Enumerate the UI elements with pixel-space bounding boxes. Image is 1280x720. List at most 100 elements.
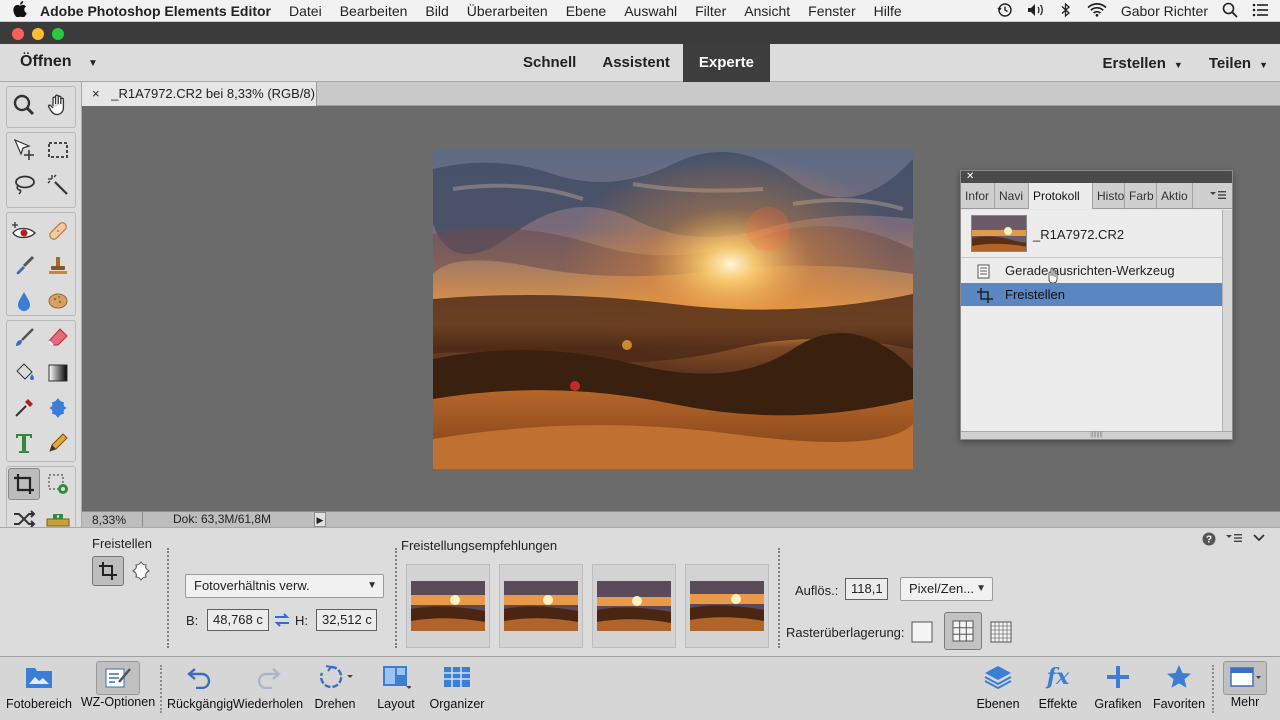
more-button[interactable]: Mehr [1220, 657, 1270, 719]
share-menu[interactable]: Teilen ▼ [1209, 55, 1268, 72]
menu-ueberarbeiten[interactable]: Überarbeiten [467, 3, 548, 19]
menu-bearbeiten[interactable]: Bearbeiten [340, 3, 408, 19]
zoom-tool-icon[interactable] [9, 90, 39, 120]
menu-hilfe[interactable]: Hilfe [874, 3, 902, 19]
options-menu-icon[interactable] [1226, 532, 1242, 549]
status-menu-arrow-icon[interactable]: ▶ [314, 512, 326, 527]
wifi-icon[interactable] [1087, 2, 1107, 20]
magic-wand-tool-icon[interactable] [43, 170, 73, 200]
pencil-tool-icon[interactable] [43, 428, 73, 458]
resolution-unit-select[interactable]: Pixel/Zen... ▼ [900, 577, 993, 601]
volume-icon[interactable] [1027, 3, 1045, 20]
menu-fenster[interactable]: Fenster [808, 3, 855, 19]
smart-brush-icon[interactable] [9, 251, 39, 281]
bluetooth-icon[interactable] [1059, 2, 1073, 21]
menu-datei[interactable]: Datei [289, 3, 322, 19]
eyedropper-tool-icon[interactable] [9, 393, 39, 423]
menu-bild[interactable]: Bild [425, 3, 448, 19]
crop-mode-button[interactable] [92, 556, 124, 586]
zoom-window-button[interactable] [52, 28, 64, 40]
clone-stamp-icon[interactable] [43, 251, 73, 281]
perspective-crop-button[interactable] [128, 558, 154, 584]
brush-tool-icon[interactable] [9, 323, 39, 353]
grid-overlay-grid-icon[interactable] [989, 620, 1013, 644]
create-menu[interactable]: Erstellen ▼ [1103, 55, 1183, 72]
crop-suggestion-3[interactable] [592, 564, 676, 648]
mode-tab-assistent[interactable]: Assistent [589, 44, 683, 82]
menu-ansicht[interactable]: Ansicht [744, 3, 790, 19]
close-window-button[interactable] [12, 28, 24, 40]
recompose-tool-icon[interactable] [43, 469, 73, 499]
graphics-button[interactable]: Grafiken [1092, 657, 1144, 719]
mode-tab-experte[interactable]: Experte [682, 44, 770, 82]
crop-suggestion-1[interactable] [406, 564, 490, 648]
effects-button[interactable]: fx Effekte [1032, 657, 1084, 719]
zoom-level[interactable]: 8,33% [92, 513, 126, 527]
undo-button[interactable]: Rückgängig [167, 657, 233, 719]
favorites-button[interactable]: Favoriten [1150, 657, 1208, 719]
panel-close-icon[interactable]: ✕ [961, 171, 1232, 183]
user-name[interactable]: Gabor Richter [1121, 3, 1208, 19]
help-icon[interactable]: ? [1202, 532, 1216, 549]
layers-button[interactable]: Ebenen [972, 657, 1024, 719]
mode-tab-schnell[interactable]: Schnell [510, 44, 589, 82]
gradient-tool-icon[interactable] [43, 358, 73, 388]
app-name-menu[interactable]: Adobe Photoshop Elements Editor [40, 3, 271, 19]
notification-center-icon[interactable] [1252, 3, 1268, 20]
red-eye-tool-icon[interactable] [9, 216, 39, 246]
text-tool-icon[interactable] [9, 428, 39, 458]
tab-navigator[interactable]: Navi [995, 183, 1029, 209]
document-tab[interactable]: × _R1A7972.CR2 bei 8,33% (RGB/8) * [82, 82, 317, 125]
menu-filter[interactable]: Filter [695, 3, 726, 19]
width-field[interactable]: 48,768 c [207, 609, 269, 631]
resolution-field[interactable]: 118,1 [845, 578, 888, 600]
spotlight-search-icon[interactable] [1222, 2, 1238, 21]
history-step-selected[interactable]: Freistellen [961, 283, 1223, 306]
panel-resize-grip[interactable]: |||||||| [961, 431, 1232, 439]
lasso-tool-icon[interactable] [9, 170, 39, 200]
marquee-tool-icon[interactable] [43, 135, 73, 165]
photo-bin-button[interactable]: Fotobereich [4, 657, 74, 719]
close-icon[interactable]: × [92, 86, 100, 101]
aspect-ratio-select[interactable]: Fotoverhältnis verw. ▼ [185, 574, 384, 598]
crop-suggestion-2[interactable] [499, 564, 583, 648]
crop-tool-icon[interactable] [8, 468, 40, 500]
hand-tool-icon[interactable] [43, 90, 73, 120]
document-image[interactable] [433, 149, 913, 469]
open-button[interactable]: Öffnen [20, 53, 72, 71]
sponge-tool-icon[interactable] [43, 286, 73, 316]
panel-menu-icon[interactable] [1210, 190, 1226, 203]
apple-menu-icon[interactable] [0, 0, 40, 21]
tab-protokoll[interactable]: Protokoll [1029, 183, 1093, 209]
grid-overlay-none-icon[interactable] [910, 620, 934, 644]
grid-overlay-thirds-icon[interactable] [944, 612, 982, 650]
collapse-chevron-icon[interactable] [1252, 532, 1266, 549]
menu-auswahl[interactable]: Auswahl [624, 3, 677, 19]
minimize-window-button[interactable] [32, 28, 44, 40]
tab-histogram[interactable]: Histo [1093, 183, 1125, 209]
organizer-button[interactable]: Organizer [427, 657, 487, 719]
crop-suggestion-4[interactable] [685, 564, 769, 648]
height-field[interactable]: 32,512 c [316, 609, 377, 631]
blur-tool-icon[interactable] [9, 286, 39, 316]
tab-info[interactable]: Infor [961, 183, 995, 209]
tab-actions[interactable]: Aktio [1157, 183, 1193, 209]
rotate-button[interactable]: Drehen [310, 657, 360, 719]
tool-options-button[interactable]: WZ-Optionen [78, 657, 158, 719]
redo-button[interactable]: Wiederholen [231, 657, 305, 719]
spot-healing-brush-icon[interactable] [43, 216, 73, 246]
paint-bucket-icon[interactable] [9, 358, 39, 388]
move-tool-icon[interactable] [9, 135, 39, 165]
tab-color[interactable]: Farb [1125, 183, 1157, 209]
history-scrollbar[interactable] [1222, 210, 1232, 433]
menu-ebene[interactable]: Ebene [566, 3, 606, 19]
swap-dimensions-icon[interactable] [274, 612, 290, 631]
history-step[interactable]: Gerade ausrichten-Werkzeug [961, 259, 1223, 282]
open-dropdown-caret-icon[interactable]: ▼ [88, 58, 98, 69]
time-machine-icon[interactable] [997, 2, 1013, 21]
custom-shape-tool-icon[interactable] [43, 393, 73, 423]
layout-button[interactable]: Layout [372, 657, 420, 719]
mode-bar: Öffnen ▼ Schnell Assistent Experte Erste… [0, 44, 1280, 82]
history-snapshot[interactable]: _R1A7972.CR2 [961, 210, 1223, 258]
eraser-tool-icon[interactable] [43, 323, 73, 353]
